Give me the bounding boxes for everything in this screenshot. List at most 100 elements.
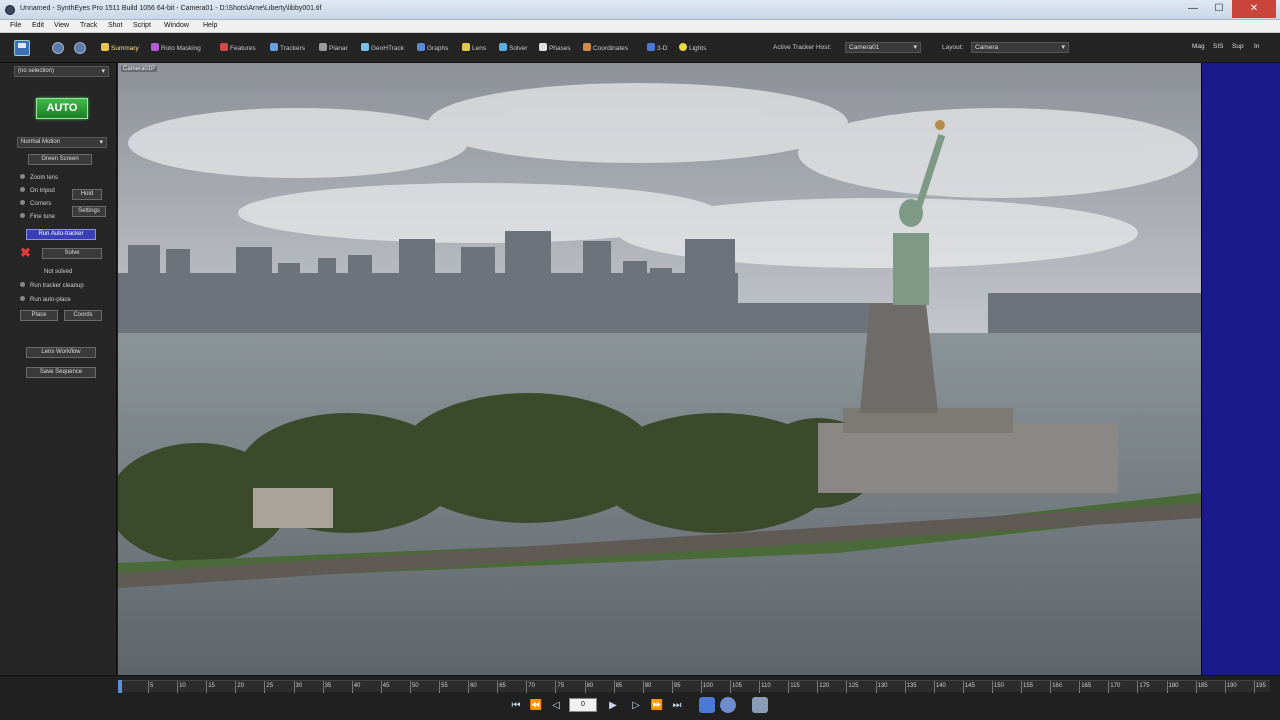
- run-tracker-cleanup-option[interactable]: Run tracker cleanup: [20, 282, 84, 289]
- save-icon[interactable]: [14, 40, 30, 56]
- ruler-tick-label: 175: [1139, 683, 1150, 689]
- room-solver[interactable]: Solver: [499, 43, 527, 54]
- rewind-button[interactable]: ⏪: [529, 699, 543, 713]
- menu-track[interactable]: Track: [80, 22, 97, 29]
- settings-button[interactable]: Settings: [72, 206, 106, 217]
- sup-button[interactable]: Sup: [1232, 43, 1244, 50]
- ruler-tick-label: 65: [499, 683, 506, 689]
- mag-button[interactable]: Mag: [1192, 43, 1205, 50]
- timeline-bar: 5 10 15 20 25 30 35 40 45 50 55 60 65 70 75 80 85 90 95 100…: [0, 675, 1280, 720]
- ruler-tick: [846, 681, 848, 693]
- menu-view[interactable]: View: [54, 22, 69, 29]
- run-auto-place-option[interactable]: Run auto-place: [20, 296, 71, 303]
- room-planar[interactable]: Planar: [319, 43, 348, 54]
- in-button[interactable]: In: [1254, 43, 1259, 50]
- ruler-tick-label: 85: [615, 683, 623, 689]
- auto-button[interactable]: AUTO: [36, 98, 88, 119]
- selection-dropdown[interactable]: (no selection): [14, 66, 109, 77]
- ruler-tick-label: 155: [1023, 683, 1034, 689]
- current-frame-field[interactable]: 0: [569, 698, 597, 712]
- ruler-tick: [642, 681, 644, 693]
- motion-profile-dropdown[interactable]: Normal Motion: [17, 137, 107, 148]
- ruler-tick: [439, 681, 440, 693]
- ruler-tick: [962, 681, 964, 693]
- on-tripod-option[interactable]: On tripod: [20, 187, 55, 194]
- skip-to-end-button[interactable]: ⏭: [670, 699, 684, 713]
- ruler-tick: [497, 681, 499, 693]
- step-back-button[interactable]: ◁: [549, 699, 563, 713]
- zoom-lens-option[interactable]: Zoom lens: [20, 174, 58, 181]
- ruler-tick: [613, 681, 615, 693]
- ruler-tick: [817, 681, 819, 693]
- ruler-tick-label: 5: [150, 683, 154, 689]
- room-coordinates[interactable]: Coordinates: [583, 43, 628, 54]
- features-icon: [220, 43, 228, 51]
- camera-toggle-icon[interactable]: [74, 42, 86, 54]
- ruler-tick: [235, 681, 237, 693]
- step-forward-button[interactable]: ▷: [629, 699, 643, 713]
- playback-mode-icon[interactable]: [699, 697, 715, 713]
- minimize-button[interactable]: —: [1180, 0, 1206, 18]
- ruler-tick: [991, 681, 993, 693]
- ruler-tick-label: 55: [441, 683, 448, 689]
- coords-button[interactable]: Coords: [64, 310, 102, 321]
- ruler-tick: [759, 681, 761, 693]
- active-tracker-host-select[interactable]: Camera01: [845, 42, 921, 53]
- ruler-tick: [380, 681, 382, 693]
- room-trackers[interactable]: Trackers: [270, 43, 305, 54]
- solve-status: Not solved: [44, 269, 73, 275]
- green-screen-button[interactable]: Green Screen: [28, 154, 92, 165]
- place-button[interactable]: Place: [20, 310, 58, 321]
- room-geohtrack[interactable]: GeoHTrack: [361, 43, 404, 54]
- ruler-tick: [1079, 681, 1081, 693]
- zoom-timeline-icon[interactable]: [720, 697, 736, 713]
- coordinates-icon: [583, 43, 591, 51]
- run-auto-tracker-button[interactable]: Run Auto-tracker: [26, 229, 96, 240]
- room-3d[interactable]: 3-D: [647, 43, 667, 54]
- sis-button[interactable]: SIS: [1213, 43, 1223, 50]
- skip-to-start-button[interactable]: ⏮: [509, 699, 523, 713]
- maximize-button[interactable]: ☐: [1206, 0, 1232, 18]
- save-sequence-button[interactable]: Save Sequence: [26, 367, 96, 378]
- play-button[interactable]: ▶: [606, 699, 620, 713]
- menu-shot[interactable]: Shot: [108, 22, 122, 29]
- buildings-foreground: [253, 488, 333, 528]
- close-button[interactable]: ✕: [1232, 0, 1276, 18]
- room-lens[interactable]: Lens: [462, 43, 486, 54]
- room-summary[interactable]: Summary: [101, 43, 139, 54]
- menu-bar: File Edit View Track Shot Script Window …: [0, 20, 1280, 33]
- menu-script[interactable]: Script: [133, 22, 151, 29]
- ruler-tick-label: 125: [848, 683, 859, 689]
- fit-view-icon[interactable]: [752, 697, 768, 713]
- room-lights[interactable]: Lights: [679, 43, 706, 54]
- menu-window[interactable]: Window: [164, 22, 189, 29]
- ruler-tick: [584, 681, 586, 693]
- fast-forward-button[interactable]: ⏩: [650, 699, 664, 713]
- title-bar: Unnamed - SynthEyes Pro 1511 Build 1056 …: [0, 0, 1280, 20]
- room-graphs[interactable]: Graphs: [417, 43, 448, 54]
- ruler-tick: [351, 681, 353, 693]
- ruler-tick: [1166, 681, 1168, 693]
- ruler-tick-label: 50: [411, 683, 419, 689]
- window-title: Unnamed - SynthEyes Pro 1511 Build 1056 …: [20, 5, 322, 12]
- menu-file[interactable]: File: [10, 22, 21, 29]
- menu-edit[interactable]: Edit: [32, 22, 44, 29]
- ruler-tick-label: 100: [702, 683, 713, 689]
- room-features[interactable]: Features: [220, 43, 256, 54]
- ruler-tick-label: 195: [1255, 683, 1266, 689]
- room-phases[interactable]: Phases: [539, 43, 571, 54]
- frame-ruler[interactable]: 5 10 15 20 25 30 35 40 45 50 55 60 65 70 75 80 85 90 95 100…: [118, 680, 1270, 693]
- playhead[interactable]: [118, 680, 122, 693]
- room-roto-masking[interactable]: Roto Masking: [151, 43, 201, 54]
- hold-button[interactable]: Hold: [72, 189, 102, 200]
- view-toggle-icon[interactable]: [52, 42, 64, 54]
- corners-option[interactable]: Corners: [20, 200, 51, 207]
- layout-select[interactable]: Camera: [971, 42, 1069, 53]
- camera-viewport[interactable]: Camera01P: [118, 63, 1201, 675]
- menu-help[interactable]: Help: [203, 22, 217, 29]
- layout-label: Layout:: [942, 44, 964, 51]
- footage-frame: [118, 63, 1201, 675]
- fine-tune-option[interactable]: Fine tune: [20, 213, 55, 220]
- solve-button[interactable]: Solve: [42, 248, 102, 259]
- lens-workflow-button[interactable]: Lens Workflow: [26, 347, 96, 358]
